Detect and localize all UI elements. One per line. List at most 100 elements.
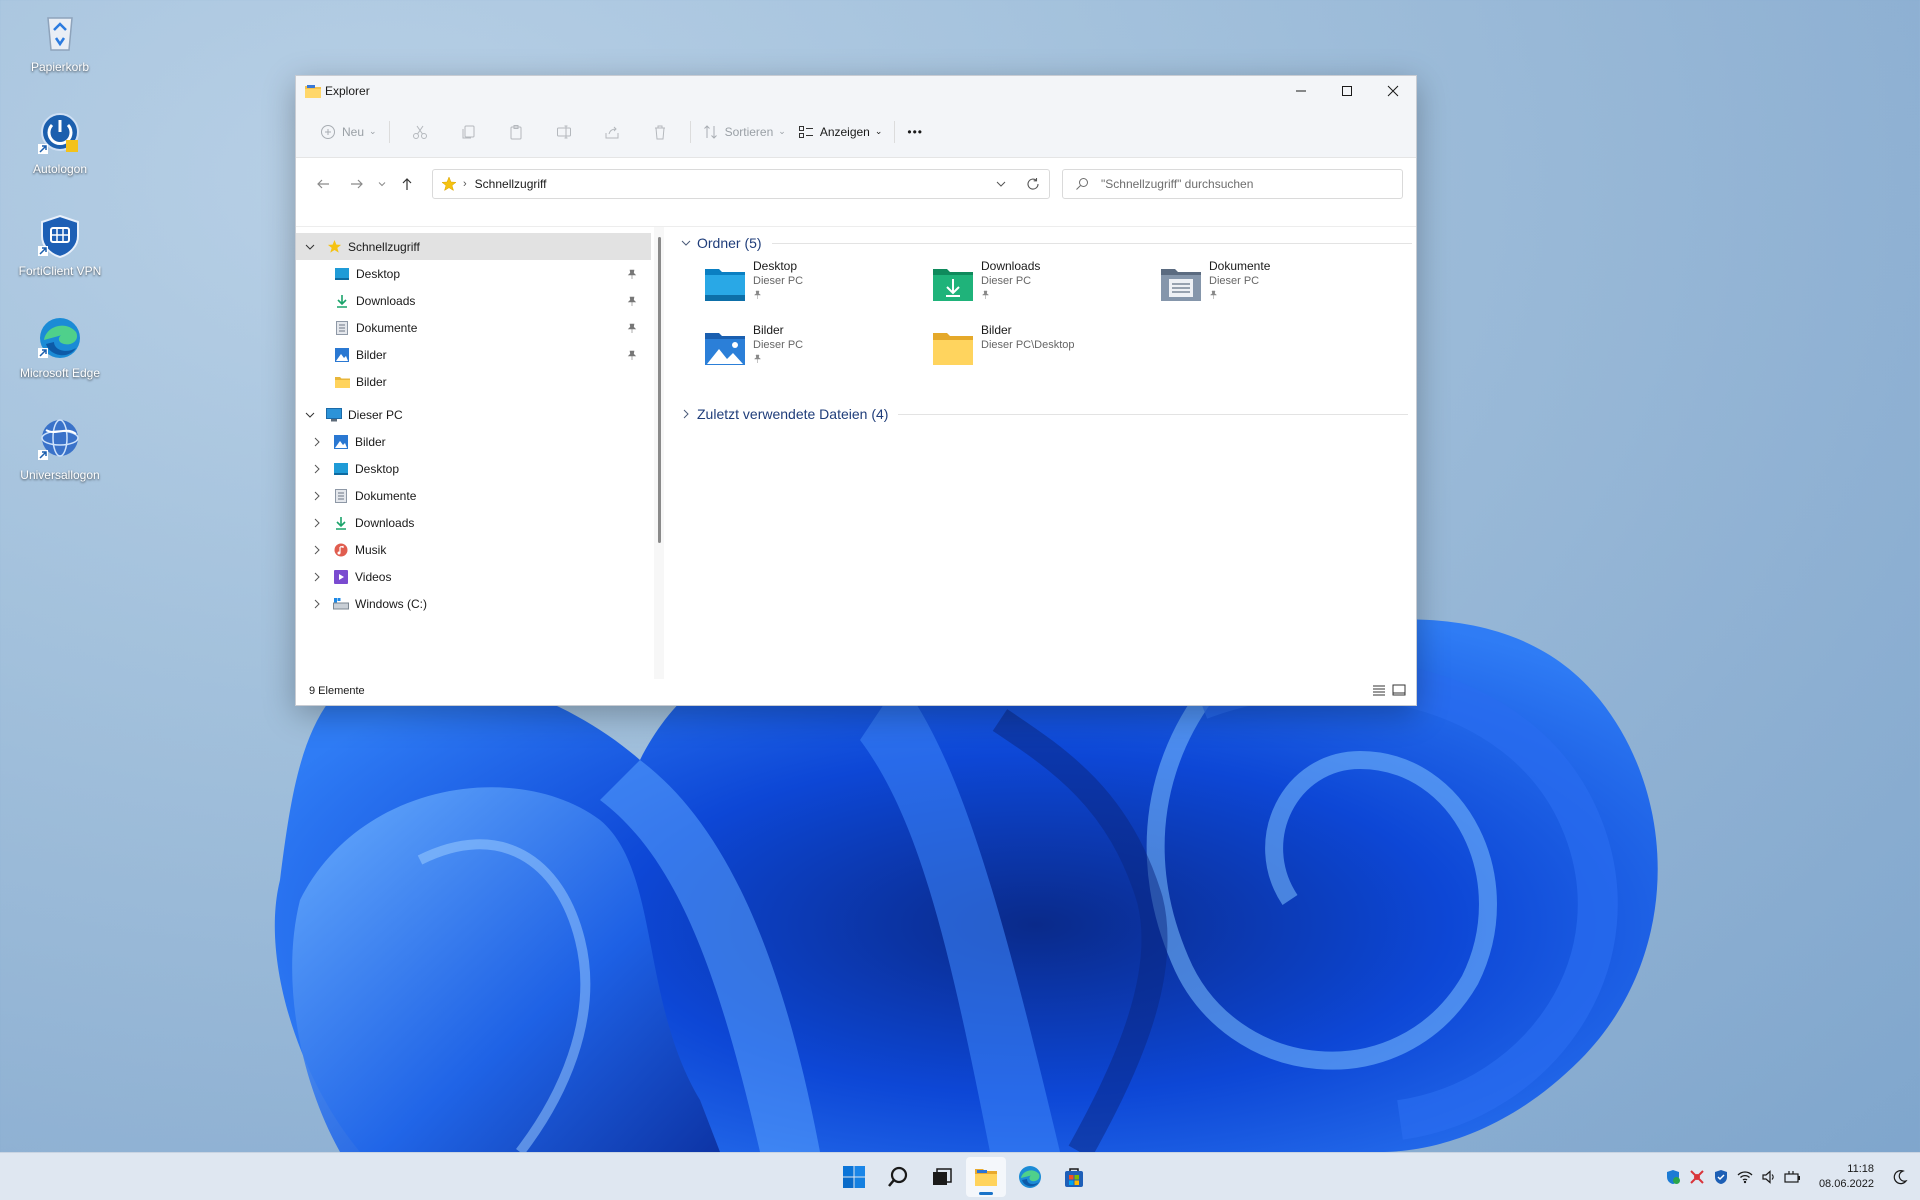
folder-tile-documents[interactable]: Dokumente Dieser PC [1159,259,1379,311]
nav-item-pc-pictures[interactable]: Bilder [296,428,651,455]
breadcrumb-quick-access[interactable]: Schnellzugriff [475,177,547,191]
app-tray-button[interactable] [1685,1165,1709,1189]
up-button[interactable] [390,169,424,199]
wifi-tray-button[interactable] [1733,1165,1757,1189]
edge-taskbar-button[interactable] [1010,1157,1050,1197]
sort-button-label: Sortieren [724,124,774,139]
desktop-icon-papierkorb[interactable]: Papierkorb [15,8,105,75]
trash-icon [654,125,665,139]
windows-logo-icon [843,1166,865,1188]
desktop-icon-edge[interactable]: Microsoft Edge [15,314,105,381]
folder-tile-bilder-desktop[interactable]: Bilder Dieser PC\Desktop [931,323,1151,375]
nav-item-pc-desktop[interactable]: Desktop [296,455,651,482]
nav-item-quick-access[interactable]: Schnellzugriff [296,233,651,260]
chevron-down-icon [996,181,1006,187]
documents-icon [334,320,350,336]
folder-icon [975,1169,997,1186]
nav-item-pc-videos[interactable]: Videos [296,563,651,590]
notifications-button[interactable] [1888,1165,1912,1189]
copy-button[interactable] [444,116,492,148]
nav-item-qa-bilder-folder[interactable]: Bilder [296,368,651,395]
search-box[interactable] [1062,169,1403,199]
search-input[interactable] [1101,177,1391,191]
navigation-pane[interactable]: Schnellzugriff Desktop Downloads Dokumen… [296,227,651,678]
group-header-label: Zuletzt verwendete Dateien (4) [697,406,889,422]
forward-button[interactable] [340,169,374,199]
documents-icon [333,488,349,504]
pictures-icon [334,347,350,363]
close-button[interactable] [1370,76,1416,106]
folder-tile-desktop[interactable]: Desktop Dieser PC [703,259,923,311]
folder-name: Desktop [753,259,798,273]
group-header-label: Ordner (5) [697,235,762,251]
file-explorer-taskbar-button[interactable] [966,1157,1006,1197]
separator [894,120,896,143]
nav-item-qa-downloads[interactable]: Downloads [296,287,651,314]
nav-item-pc-drive-c[interactable]: Windows (C:) [296,590,651,617]
address-bar[interactable]: › Schnellzugriff [432,169,1050,199]
chevron-expanded-icon [304,241,316,253]
tiles-view-button[interactable] [1392,684,1406,699]
rename-button[interactable] [540,116,588,148]
desktop-folder-icon [333,461,349,477]
nav-item-pc-music[interactable]: Musik [296,536,651,563]
search-icon [1076,178,1088,190]
view-list-icon [798,125,813,138]
group-header-recent-files[interactable]: Zuletzt verwendete Dateien (4) [681,406,1409,422]
edge-icon [38,318,80,358]
sort-icon [703,124,717,139]
task-view-icon [933,1168,952,1185]
folder-location: Dieser PC [981,275,1032,287]
autologon-icon [38,113,79,154]
desktop-icon-forticlient[interactable]: FortiClient VPN [15,212,105,279]
start-button[interactable] [834,1157,874,1197]
maximize-button[interactable] [1324,76,1370,106]
nav-item-pc-documents[interactable]: Dokumente [296,482,651,509]
chevron-expanded-icon [681,240,691,246]
nav-item-this-pc[interactable]: Dieser PC [296,401,651,428]
sort-button[interactable]: Sortieren ⌄ [697,116,792,148]
group-header-folders[interactable]: Ordner (5) [681,235,1412,251]
pictures-folder-icon [705,333,745,365]
nav-item-qa-desktop[interactable]: Desktop [296,260,651,287]
view-button[interactable]: Anzeigen ⌄ [792,116,889,148]
vpn-tray-button[interactable] [1709,1165,1733,1189]
task-view-button[interactable] [922,1157,962,1197]
shield-check-icon [1666,1170,1680,1184]
minimize-button[interactable] [1278,76,1324,106]
defender-tray-button[interactable] [1661,1165,1685,1189]
store-taskbar-button[interactable] [1054,1157,1094,1197]
delete-button[interactable] [636,116,684,148]
back-button[interactable] [306,169,340,199]
title-bar[interactable]: Explorer [296,76,1416,106]
desktop-icon-label: FortiClient VPN [18,264,102,278]
paste-button[interactable] [492,116,540,148]
clock[interactable]: 11:18 08.06.2022 [1819,1162,1874,1192]
nav-item-qa-documents[interactable]: Dokumente [296,314,651,341]
folder-location: Dieser PC [1209,275,1260,287]
search-taskbar-button[interactable] [878,1157,918,1197]
cut-button[interactable] [396,116,444,148]
more-options-button[interactable]: ••• [901,116,929,148]
desktop-icon-universallogon[interactable]: Universallogon [15,416,105,483]
address-dropdown-button[interactable] [985,170,1017,198]
nav-item-label: Dokumente [356,320,418,335]
chevron-right-icon [683,409,689,419]
power-tray-button[interactable] [1781,1165,1805,1189]
star-icon [326,239,342,255]
volume-tray-button[interactable] [1757,1165,1781,1189]
nav-scrollbar[interactable] [658,237,661,543]
minimize-icon [1296,90,1306,92]
folder-tile-downloads[interactable]: Downloads Dieser PC [931,259,1151,311]
nav-item-pc-downloads[interactable]: Downloads [296,509,651,536]
desktop-icon-autologon[interactable]: Autologon [15,110,105,177]
nav-item-qa-pictures[interactable]: Bilder [296,341,651,368]
share-button[interactable] [588,116,636,148]
refresh-button[interactable] [1017,170,1049,198]
nav-item-label: Musik [355,542,387,557]
folder-tile-pictures[interactable]: Bilder Dieser PC [703,323,923,375]
new-button[interactable]: Neu ⌄ [314,116,383,148]
downloads-icon [334,293,350,309]
details-view-button[interactable] [1372,684,1386,699]
recent-locations-button[interactable] [374,169,390,199]
